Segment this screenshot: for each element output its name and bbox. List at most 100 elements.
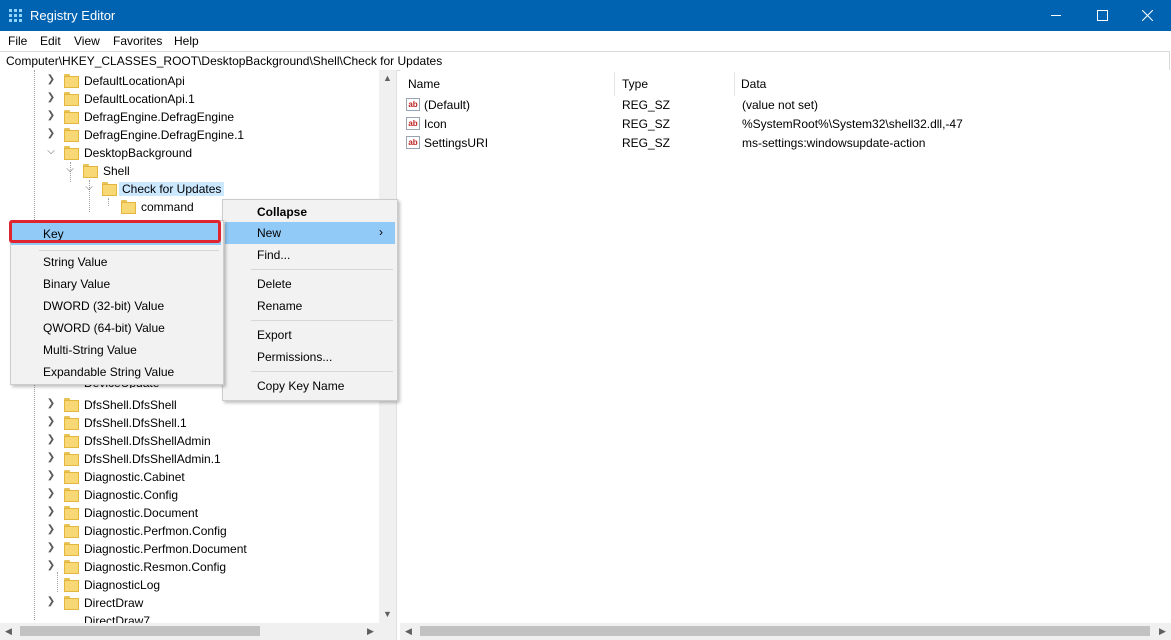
menu-item-export[interactable]: Export	[225, 324, 395, 346]
tree-item-label: Diagnostic.Document	[84, 506, 199, 520]
menu-item-permissions[interactable]: Permissions...	[225, 346, 395, 368]
close-icon	[1142, 10, 1153, 21]
chevron-right-icon[interactable]: ❯	[45, 469, 57, 483]
menu-item-multi-string-value[interactable]: Multi-String Value	[11, 339, 221, 361]
tree-horizontal-scrollbar[interactable]: ◀ ▶	[0, 623, 396, 640]
tree-item[interactable]: ❯ Diagnostic.Config	[0, 486, 380, 504]
chevron-right-icon[interactable]: ❯	[45, 487, 57, 501]
tree-item[interactable]: ❯ DfsShell.DfsShell.1	[0, 414, 380, 432]
tree-item-label: DfsShell.DfsShellAdmin.1	[84, 452, 221, 466]
chevron-right-icon[interactable]: ❯	[45, 523, 57, 537]
folder-icon	[64, 74, 79, 88]
tree-item-label: DefragEngine.DefragEngine	[84, 110, 235, 124]
chevron-right-icon[interactable]: ❯	[45, 541, 57, 555]
menu-item-find[interactable]: Find...	[225, 244, 395, 266]
tree-item[interactable]: ❯ Diagnostic.Resmon.Config	[0, 558, 380, 576]
menu-item-rename[interactable]: Rename	[225, 295, 395, 317]
value-data: (value not set)	[742, 98, 819, 112]
menu-item-expandable-string-value[interactable]: Expandable String Value	[11, 361, 221, 383]
menu-edit[interactable]: Edit	[40, 34, 61, 48]
minimize-button[interactable]	[1033, 0, 1079, 31]
menu-file[interactable]: File	[8, 34, 27, 48]
scroll-left-icon[interactable]: ◀	[0, 623, 17, 640]
scroll-up-icon[interactable]: ▲	[379, 70, 396, 87]
folder-icon	[64, 416, 79, 430]
close-button[interactable]	[1125, 0, 1171, 31]
tree-item[interactable]: ❯ DefaultLocationApi.1	[0, 90, 380, 108]
values-horizontal-scrollbar[interactable]: ◀ ▶	[400, 623, 1171, 640]
scroll-right-icon[interactable]: ▶	[1154, 623, 1171, 640]
tree-item[interactable]: ❯ DfsShell.DfsShellAdmin	[0, 432, 380, 450]
value-row-icon[interactable]: ab Icon REG_SZ %SystemRoot%\System32\she…	[400, 115, 1171, 134]
column-headers: Name Type Data	[400, 70, 1171, 96]
string-value-icon: ab	[406, 98, 420, 111]
scroll-right-icon[interactable]: ▶	[362, 623, 379, 640]
folder-icon	[64, 524, 79, 538]
menu-item-delete[interactable]: Delete	[225, 273, 395, 295]
tree-item[interactable]: ❯ DfsShell.DfsShellAdmin.1	[0, 450, 380, 468]
tree-item-label: Check for Updates	[119, 182, 225, 196]
chevron-right-icon[interactable]: ❯	[45, 109, 57, 123]
tree-item-label: Diagnostic.Perfmon.Document	[84, 542, 247, 556]
chevron-right-icon[interactable]: ❯	[45, 595, 57, 609]
window-title: Registry Editor	[30, 8, 116, 23]
tree-item[interactable]: ❯ Diagnostic.Document	[0, 504, 380, 522]
chevron-down-icon[interactable]: ⌵	[45, 145, 57, 159]
tree-item[interactable]: ❯ DefaultLocationApi	[0, 72, 380, 90]
chevron-right-icon[interactable]: ❯	[45, 433, 57, 447]
menu-item-copy-key-name[interactable]: Copy Key Name	[225, 375, 395, 397]
tree-item-label: DiagnosticLog	[84, 578, 161, 592]
chevron-right-icon[interactable]: ❯	[45, 559, 57, 573]
tree-item[interactable]: ❯ DirectDraw	[0, 594, 380, 612]
tree-item[interactable]: DiagnosticLog	[0, 576, 380, 594]
value-type: REG_SZ	[622, 136, 671, 150]
chevron-right-icon[interactable]: ❯	[45, 397, 57, 411]
menu-favorites[interactable]: Favorites	[113, 34, 162, 48]
tree-item-label: Diagnostic.Cabinet	[84, 470, 185, 484]
value-row-default[interactable]: ab (Default) REG_SZ (value not set)	[400, 96, 1171, 115]
folder-icon	[64, 92, 79, 106]
tree-item[interactable]: ❯ DefragEngine.DefragEngine	[0, 108, 380, 126]
folder-icon	[64, 452, 79, 466]
column-data[interactable]: Data	[741, 77, 766, 91]
menu-item-qword-value[interactable]: QWORD (64-bit) Value	[11, 317, 221, 339]
chevron-down-icon[interactable]: ⌵	[64, 163, 76, 177]
scroll-down-icon[interactable]: ▼	[379, 606, 396, 623]
chevron-right-icon[interactable]: ❯	[45, 415, 57, 429]
chevron-right-icon[interactable]: ❯	[45, 73, 57, 87]
tree-item-shell[interactable]: ⌵ Shell	[0, 162, 380, 180]
address-bar[interactable]: Computer\HKEY_CLASSES_ROOT\DesktopBackgr…	[0, 51, 1170, 71]
key-highlight-outline	[9, 220, 221, 243]
tree-item[interactable]: ❯ Diagnostic.Cabinet	[0, 468, 380, 486]
menu-item-dword-value[interactable]: DWORD (32-bit) Value	[11, 295, 221, 317]
tree-item-label: Diagnostic.Perfmon.Config	[84, 524, 227, 538]
menu-item-binary-value[interactable]: Binary Value	[11, 273, 221, 295]
value-row-settingsuri[interactable]: ab SettingsURI REG_SZ ms-settings:window…	[400, 134, 1171, 153]
scroll-left-icon[interactable]: ◀	[400, 623, 417, 640]
tree-item-desktopbackground[interactable]: ⌵ DesktopBackground	[0, 144, 380, 162]
chevron-down-icon[interactable]: ⌵	[83, 181, 95, 195]
menu-item-collapse[interactable]: Collapse	[225, 201, 395, 223]
tree-item-check-for-updates[interactable]: ⌵ Check for Updates	[0, 180, 380, 198]
scroll-thumb[interactable]	[420, 626, 1150, 636]
chevron-right-icon[interactable]: ❯	[45, 91, 57, 105]
tree-item[interactable]: ❯ Diagnostic.Perfmon.Document	[0, 540, 380, 558]
maximize-button[interactable]	[1079, 0, 1125, 31]
tree-item[interactable]: DirectDraw7	[0, 612, 380, 623]
menu-item-string-value[interactable]: String Value	[11, 251, 221, 273]
scroll-thumb[interactable]	[20, 626, 260, 636]
values-list: Name Type Data ab (Default) REG_SZ (valu…	[400, 70, 1171, 640]
folder-icon	[64, 434, 79, 448]
column-type[interactable]: Type	[622, 77, 648, 91]
string-value-icon: ab	[406, 117, 420, 130]
menu-item-new[interactable]: New ›	[225, 222, 395, 244]
tree-item[interactable]: ❯ Diagnostic.Perfmon.Config	[0, 522, 380, 540]
chevron-right-icon[interactable]: ❯	[45, 505, 57, 519]
menu-help[interactable]: Help	[174, 34, 199, 48]
chevron-right-icon[interactable]: ❯	[45, 451, 57, 465]
menu-view[interactable]: View	[74, 34, 100, 48]
chevron-right-icon[interactable]: ❯	[45, 127, 57, 141]
tree-item-label: DesktopBackground	[84, 146, 193, 160]
tree-item[interactable]: ❯ DefragEngine.DefragEngine.1	[0, 126, 380, 144]
column-name[interactable]: Name	[408, 77, 440, 91]
